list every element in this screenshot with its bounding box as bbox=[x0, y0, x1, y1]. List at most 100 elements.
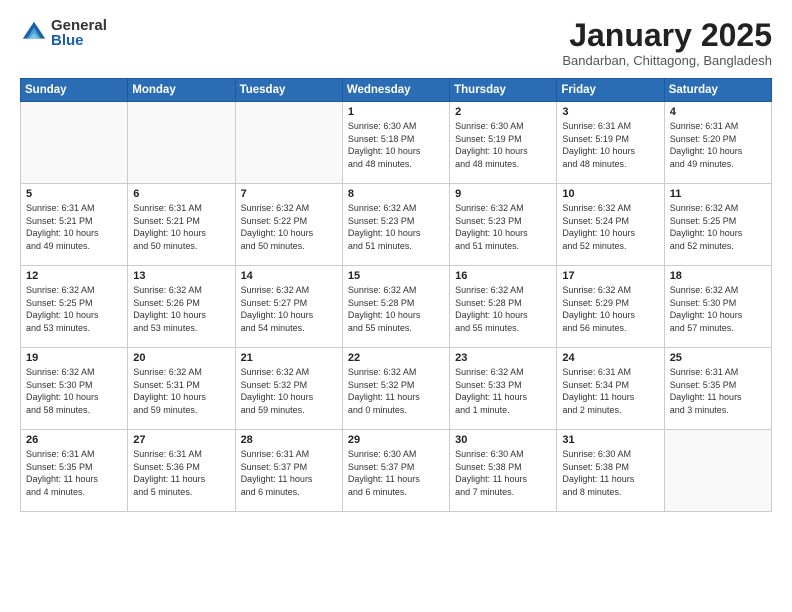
calendar-cell bbox=[235, 102, 342, 184]
day-number: 26 bbox=[26, 434, 122, 446]
title-block: January 2025 Bandarban, Chittagong, Bang… bbox=[562, 18, 772, 68]
header-day-thursday: Thursday bbox=[450, 79, 557, 102]
calendar-cell: 2 Sunrise: 6:30 AM Sunset: 5:19 PM Daylig… bbox=[450, 102, 557, 184]
calendar-cell: 4Sunrise: 6:31 AM Sunset: 5:20 PM Daylig… bbox=[664, 102, 771, 184]
calendar-cell: 16Sunrise: 6:32 AM Sunset: 5:28 PM Dayli… bbox=[450, 266, 557, 348]
day-info: Sunrise: 6:32 AM Sunset: 5:32 PM Dayligh… bbox=[241, 366, 337, 416]
day-number: 30 bbox=[455, 434, 551, 446]
calendar-cell: 27 Sunrise: 6:31 AM Sunset: 5:36 PM Dayli… bbox=[128, 430, 235, 512]
header-day-wednesday: Wednesday bbox=[342, 79, 449, 102]
calendar-cell: 26Sunrise: 6:31 AM Sunset: 5:35 PM Dayli… bbox=[21, 430, 128, 512]
day-number: 13 bbox=[133, 270, 229, 282]
calendar-cell bbox=[664, 430, 771, 512]
day-info: Sunrise: 6:32 AM Sunset: 5:31 PM Dayligh… bbox=[133, 366, 229, 416]
day-info: Sunrise: 6:32 AM Sunset: 5:26 PM Dayligh… bbox=[133, 284, 229, 334]
header: General Blue January 2025 Bandarban, Chi… bbox=[20, 18, 772, 68]
calendar-cell: 13 Sunrise: 6:32 AM Sunset: 5:26 PM Dayli… bbox=[128, 266, 235, 348]
day-info: Sunrise: 6:31 AM Sunset: 5:20 PM Dayligh… bbox=[670, 120, 766, 170]
header-day-tuesday: Tuesday bbox=[235, 79, 342, 102]
day-info: Sunrise: 6:32 AM Sunset: 5:27 PM Dayligh… bbox=[241, 284, 337, 334]
day-info: Sunrise: 6:32 AM Sunset: 5:25 PM Dayligh… bbox=[26, 284, 122, 334]
day-info: Sunrise: 6:32 AM Sunset: 5:30 PM Dayligh… bbox=[670, 284, 766, 334]
calendar-cell: 10Sunrise: 6:32 AM Sunset: 5:24 PM Dayli… bbox=[557, 184, 664, 266]
day-info: Sunrise: 6:31 AM Sunset: 5:21 PM Dayligh… bbox=[133, 202, 229, 252]
day-info: Sunrise: 6:32 AM Sunset: 5:23 PM Dayligh… bbox=[348, 202, 444, 252]
calendar-cell: 14Sunrise: 6:32 AM Sunset: 5:27 PM Dayli… bbox=[235, 266, 342, 348]
calendar-cell: 18 Sunrise: 6:32 AM Sunset: 5:30 PM Dayli… bbox=[664, 266, 771, 348]
calendar-cell bbox=[21, 102, 128, 184]
subtitle: Bandarban, Chittagong, Bangladesh bbox=[562, 53, 772, 68]
calendar-week-row: 5 Sunrise: 6:31 AM Sunset: 5:21 PM Daylig… bbox=[21, 184, 772, 266]
day-number: 25 bbox=[670, 352, 766, 364]
day-info: Sunrise: 6:31 AM Sunset: 5:19 PM Dayligh… bbox=[562, 120, 658, 170]
header-day-monday: Monday bbox=[128, 79, 235, 102]
calendar-cell: 20 Sunrise: 6:32 AM Sunset: 5:31 PM Dayli… bbox=[128, 348, 235, 430]
logo: General Blue bbox=[20, 18, 107, 48]
day-info: Sunrise: 6:32 AM Sunset: 5:28 PM Dayligh… bbox=[455, 284, 551, 334]
calendar-cell: 3 Sunrise: 6:31 AM Sunset: 5:19 PM Daylig… bbox=[557, 102, 664, 184]
calendar-cell: 12Sunrise: 6:32 AM Sunset: 5:25 PM Dayli… bbox=[21, 266, 128, 348]
day-info: Sunrise: 6:31 AM Sunset: 5:34 PM Dayligh… bbox=[562, 366, 658, 416]
header-day-sunday: Sunday bbox=[21, 79, 128, 102]
day-info: Sunrise: 6:30 AM Sunset: 5:38 PM Dayligh… bbox=[455, 448, 551, 498]
calendar-cell: 5 Sunrise: 6:31 AM Sunset: 5:21 PM Daylig… bbox=[21, 184, 128, 266]
day-number: 2 bbox=[455, 106, 551, 118]
calendar-week-row: 1Sunrise: 6:30 AM Sunset: 5:18 PM Daylig… bbox=[21, 102, 772, 184]
calendar-week-row: 12Sunrise: 6:32 AM Sunset: 5:25 PM Dayli… bbox=[21, 266, 772, 348]
day-info: Sunrise: 6:30 AM Sunset: 5:19 PM Dayligh… bbox=[455, 120, 551, 170]
calendar-cell: 31 Sunrise: 6:30 AM Sunset: 5:38 PM Dayli… bbox=[557, 430, 664, 512]
logo-icon bbox=[20, 19, 48, 47]
day-info: Sunrise: 6:30 AM Sunset: 5:37 PM Dayligh… bbox=[348, 448, 444, 498]
day-info: Sunrise: 6:31 AM Sunset: 5:21 PM Dayligh… bbox=[26, 202, 122, 252]
day-info: Sunrise: 6:32 AM Sunset: 5:22 PM Dayligh… bbox=[241, 202, 337, 252]
calendar-cell: 15 Sunrise: 6:32 AM Sunset: 5:28 PM Dayli… bbox=[342, 266, 449, 348]
calendar: SundayMondayTuesdayWednesdayThursdayFrid… bbox=[20, 78, 772, 512]
day-number: 18 bbox=[670, 270, 766, 282]
day-number: 6 bbox=[133, 188, 229, 200]
calendar-cell: 11 Sunrise: 6:32 AM Sunset: 5:25 PM Dayli… bbox=[664, 184, 771, 266]
day-info: Sunrise: 6:32 AM Sunset: 5:28 PM Dayligh… bbox=[348, 284, 444, 334]
day-info: Sunrise: 6:32 AM Sunset: 5:23 PM Dayligh… bbox=[455, 202, 551, 252]
calendar-cell: 8 Sunrise: 6:32 AM Sunset: 5:23 PM Daylig… bbox=[342, 184, 449, 266]
day-number: 8 bbox=[348, 188, 444, 200]
day-info: Sunrise: 6:32 AM Sunset: 5:25 PM Dayligh… bbox=[670, 202, 766, 252]
calendar-cell: 28Sunrise: 6:31 AM Sunset: 5:37 PM Dayli… bbox=[235, 430, 342, 512]
day-number: 11 bbox=[670, 188, 766, 200]
logo-text-group: General Blue bbox=[51, 18, 107, 48]
calendar-cell: 17Sunrise: 6:32 AM Sunset: 5:29 PM Dayli… bbox=[557, 266, 664, 348]
calendar-cell: 6 Sunrise: 6:31 AM Sunset: 5:21 PM Daylig… bbox=[128, 184, 235, 266]
calendar-cell: 30 Sunrise: 6:30 AM Sunset: 5:38 PM Dayli… bbox=[450, 430, 557, 512]
day-number: 22 bbox=[348, 352, 444, 364]
calendar-cell: 9 Sunrise: 6:32 AM Sunset: 5:23 PM Daylig… bbox=[450, 184, 557, 266]
calendar-cell: 29Sunrise: 6:30 AM Sunset: 5:37 PM Dayli… bbox=[342, 430, 449, 512]
day-info: Sunrise: 6:31 AM Sunset: 5:36 PM Dayligh… bbox=[133, 448, 229, 498]
day-number: 10 bbox=[562, 188, 658, 200]
day-info: Sunrise: 6:30 AM Sunset: 5:38 PM Dayligh… bbox=[562, 448, 658, 498]
logo-general: General bbox=[51, 18, 107, 33]
month-title: January 2025 bbox=[562, 18, 772, 53]
calendar-cell: 25 Sunrise: 6:31 AM Sunset: 5:35 PM Dayli… bbox=[664, 348, 771, 430]
calendar-cell: 1Sunrise: 6:30 AM Sunset: 5:18 PM Daylig… bbox=[342, 102, 449, 184]
day-info: Sunrise: 6:32 AM Sunset: 5:33 PM Dayligh… bbox=[455, 366, 551, 416]
day-number: 20 bbox=[133, 352, 229, 364]
calendar-week-row: 19Sunrise: 6:32 AM Sunset: 5:30 PM Dayli… bbox=[21, 348, 772, 430]
day-info: Sunrise: 6:31 AM Sunset: 5:35 PM Dayligh… bbox=[670, 366, 766, 416]
day-info: Sunrise: 6:31 AM Sunset: 5:37 PM Dayligh… bbox=[241, 448, 337, 498]
calendar-cell: 7 Sunrise: 6:32 AM Sunset: 5:22 PM Daylig… bbox=[235, 184, 342, 266]
calendar-header-row: SundayMondayTuesdayWednesdayThursdayFrid… bbox=[21, 79, 772, 102]
day-number: 27 bbox=[133, 434, 229, 446]
day-info: Sunrise: 6:32 AM Sunset: 5:32 PM Dayligh… bbox=[348, 366, 444, 416]
day-info: Sunrise: 6:30 AM Sunset: 5:18 PM Dayligh… bbox=[348, 120, 444, 170]
day-number: 15 bbox=[348, 270, 444, 282]
day-info: Sunrise: 6:32 AM Sunset: 5:29 PM Dayligh… bbox=[562, 284, 658, 334]
day-number: 3 bbox=[562, 106, 658, 118]
calendar-cell: 19Sunrise: 6:32 AM Sunset: 5:30 PM Dayli… bbox=[21, 348, 128, 430]
day-number: 9 bbox=[455, 188, 551, 200]
day-number: 7 bbox=[241, 188, 337, 200]
page: General Blue January 2025 Bandarban, Chi… bbox=[0, 0, 792, 612]
day-number: 24 bbox=[562, 352, 658, 364]
calendar-cell: 22 Sunrise: 6:32 AM Sunset: 5:32 PM Dayli… bbox=[342, 348, 449, 430]
calendar-cell: 21Sunrise: 6:32 AM Sunset: 5:32 PM Dayli… bbox=[235, 348, 342, 430]
day-number: 31 bbox=[562, 434, 658, 446]
day-number: 5 bbox=[26, 188, 122, 200]
